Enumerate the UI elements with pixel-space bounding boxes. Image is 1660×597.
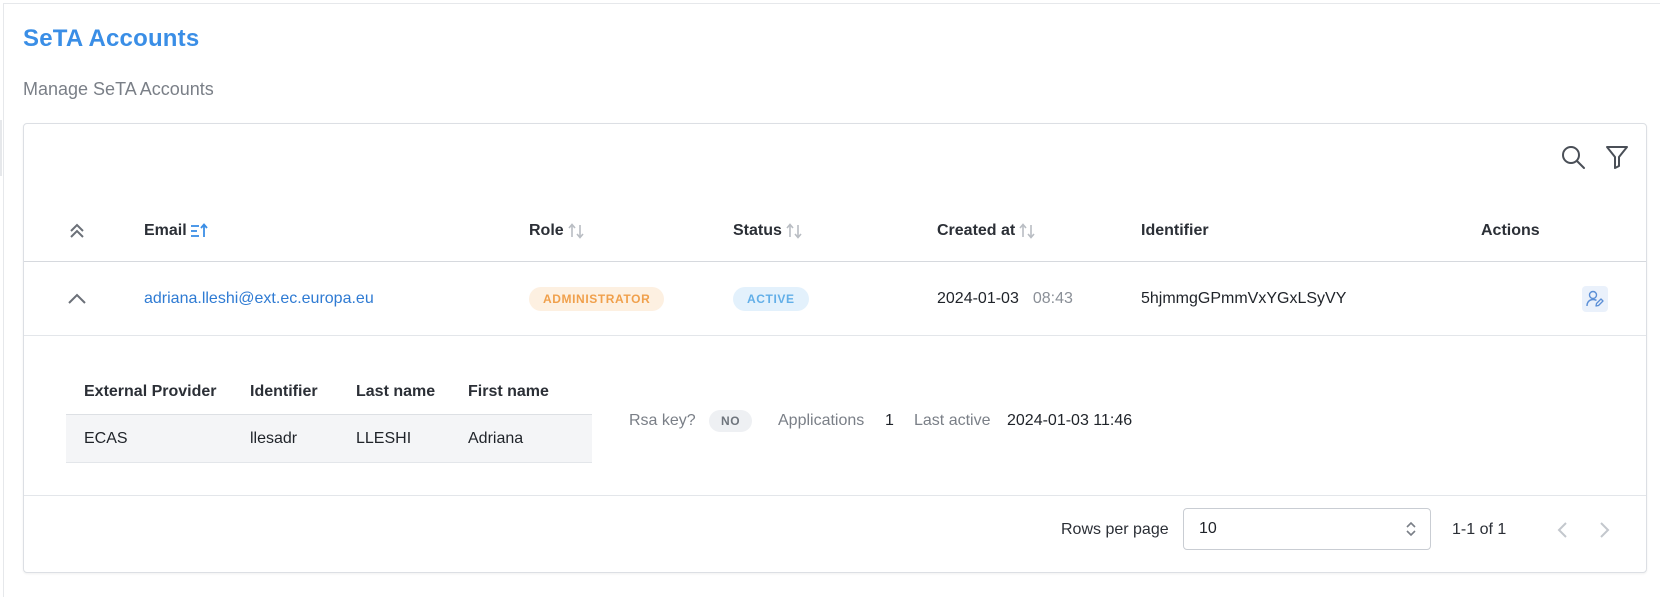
rsa-key-label: Rsa key? [629, 412, 696, 429]
previous-page-button[interactable] [1549, 517, 1575, 543]
cell-created-at: 2024-01-03 08:43 [937, 262, 1073, 336]
pagination-range: 1-1 of 1 [1452, 521, 1507, 538]
column-email-label: Email [144, 222, 187, 239]
table-header: Email Role Status Created at Identifier … [24, 200, 1646, 262]
select-updown-icon [1406, 521, 1416, 537]
cell-role: ADMINISTRATOR [529, 262, 665, 336]
table-pagination: Rows per page 10 1-1 of 1 [24, 496, 1646, 573]
status-badge: ACTIVE [733, 287, 809, 311]
search-icon [1562, 146, 1585, 169]
providers-column-identifier: Identifier [250, 382, 318, 400]
provider-identifier: llesadr [250, 429, 298, 447]
provider-last-name: LLESHI [356, 429, 412, 447]
sort-unsorted-icon[interactable] [567, 223, 585, 239]
created-date: 2024-01-03 [937, 290, 1019, 307]
providers-column-last-name: Last name [356, 382, 436, 400]
applications-label: Applications [778, 412, 865, 429]
column-created-at[interactable]: Created at [937, 200, 1036, 262]
external-providers-table: External Provider Identifier Last name F… [66, 369, 592, 463]
accounts-table-card: Email Role Status Created at Identifier … [23, 123, 1647, 573]
providers-header: External Provider Identifier Last name F… [66, 369, 592, 415]
chevron-up-icon [68, 293, 86, 304]
column-status-label: Status [733, 222, 782, 239]
filter-icon [1606, 146, 1628, 169]
cell-identifier: 5hjmmgGPmmVxYGxLSyVY [1141, 262, 1346, 336]
column-identifier: Identifier [1141, 200, 1209, 262]
row-collapse-button[interactable] [62, 284, 92, 314]
page-subtitle: Manage SeTA Accounts [23, 79, 214, 99]
rows-per-page-label: Rows per page [1061, 521, 1169, 538]
user-edit-icon [1586, 290, 1604, 307]
provider-name: ECAS [84, 429, 128, 447]
applications-count: 1 [885, 412, 894, 429]
chevron-right-icon [1600, 522, 1610, 538]
last-active-value: 2024-01-03 11:46 [1007, 412, 1133, 429]
collapse-all-button[interactable] [64, 218, 90, 244]
column-identifier-label: Identifier [1141, 222, 1209, 239]
provider-first-name: Adriana [468, 429, 524, 447]
edit-user-button[interactable] [1582, 286, 1608, 312]
sort-ascending-icon[interactable] [190, 223, 210, 239]
providers-column-first-name: First name [468, 382, 549, 400]
role-badge: ADMINISTRATOR [529, 287, 665, 311]
rows-per-page-select[interactable]: 10 [1183, 508, 1431, 550]
row-detail-panel: External Provider Identifier Last name F… [24, 336, 1646, 496]
sort-unsorted-icon[interactable] [1018, 223, 1036, 239]
provider-row: ECAS llesadr LLESHI Adriana [66, 415, 592, 463]
created-time: 08:43 [1032, 290, 1073, 307]
rsa-key-value: NO [709, 401, 753, 441]
column-actions: Actions [1481, 200, 1540, 262]
search-button[interactable] [1558, 142, 1588, 172]
chevron-left-icon [1557, 522, 1567, 538]
rows-per-page-value: 10 [1199, 520, 1217, 537]
filter-button[interactable] [1602, 142, 1632, 172]
column-role-label: Role [529, 222, 564, 239]
cell-email: adriana.lleshi@ext.ec.europa.eu [144, 262, 374, 336]
last-active-label: Last active [914, 412, 991, 429]
column-role[interactable]: Role [529, 200, 585, 262]
column-email[interactable]: Email [144, 200, 210, 262]
double-chevron-up-icon [70, 223, 84, 238]
next-page-button[interactable] [1592, 517, 1618, 543]
email-link[interactable]: adriana.lleshi@ext.ec.europa.eu [144, 290, 374, 308]
rsa-key-badge: NO [709, 410, 753, 432]
column-actions-label: Actions [1481, 222, 1540, 239]
cell-status: ACTIVE [733, 262, 809, 336]
table-row: adriana.lleshi@ext.ec.europa.eu ADMINIST… [24, 262, 1646, 336]
column-created-at-label: Created at [937, 222, 1016, 239]
sort-unsorted-icon[interactable] [785, 223, 803, 239]
sidebar-edge [0, 120, 2, 176]
identifier-value: 5hjmmgGPmmVxYGxLSyVY [1141, 290, 1347, 307]
page-title: SeTA Accounts [23, 25, 200, 52]
column-status[interactable]: Status [733, 200, 803, 262]
providers-column-provider: External Provider [84, 382, 217, 400]
